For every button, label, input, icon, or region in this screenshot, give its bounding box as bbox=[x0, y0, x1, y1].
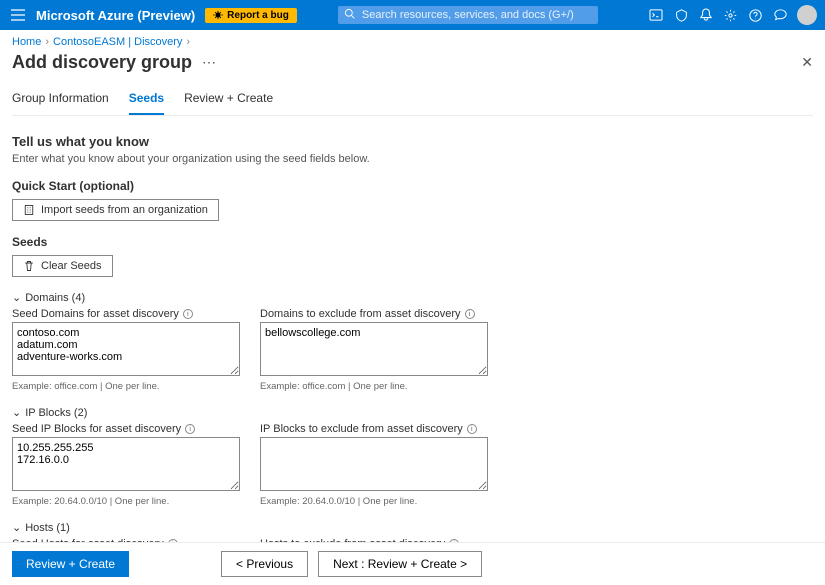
seed-domains-textarea[interactable] bbox=[12, 322, 240, 376]
section-hosts-title: Hosts (1) bbox=[25, 522, 70, 534]
info-icon[interactable]: i bbox=[467, 424, 477, 434]
exclude-domains-textarea[interactable] bbox=[260, 322, 488, 376]
quickstart-label: Quick Start (optional) bbox=[12, 179, 813, 193]
chevron-down-icon: ⌄ bbox=[12, 521, 21, 534]
section-ipblocks-toggle[interactable]: ⌄ IP Blocks (2) bbox=[12, 406, 813, 419]
settings-icon[interactable] bbox=[724, 9, 737, 22]
exclude-ipblocks-label: IP Blocks to exclude from asset discover… bbox=[260, 423, 463, 435]
trash-icon bbox=[23, 260, 35, 272]
info-icon[interactable]: i bbox=[185, 424, 195, 434]
close-icon[interactable]: ✕ bbox=[801, 54, 813, 71]
clear-seeds-label: Clear Seeds bbox=[41, 260, 102, 272]
info-icon[interactable]: i bbox=[465, 309, 475, 319]
breadcrumb-discovery[interactable]: ContosoEASM | Discovery bbox=[53, 36, 182, 48]
chevron-right-icon: › bbox=[45, 36, 49, 48]
more-actions-icon[interactable]: ⋯ bbox=[202, 54, 216, 71]
breadcrumb-home[interactable]: Home bbox=[12, 36, 41, 48]
search-icon bbox=[344, 8, 355, 22]
previous-button[interactable]: < Previous bbox=[221, 551, 308, 577]
import-seeds-label: Import seeds from an organization bbox=[41, 204, 208, 216]
feedback-icon[interactable] bbox=[774, 9, 787, 22]
seed-domains-example: Example: office.com | One per line. bbox=[12, 381, 240, 392]
seed-ipblocks-example: Example: 20.64.0.0/10 | One per line. bbox=[12, 496, 240, 507]
seed-ipblocks-textarea[interactable] bbox=[12, 437, 240, 491]
notifications-icon[interactable] bbox=[700, 8, 712, 22]
exclude-ipblocks-textarea[interactable] bbox=[260, 437, 488, 491]
organization-icon bbox=[23, 204, 35, 216]
tab-group-information[interactable]: Group Information bbox=[12, 85, 109, 115]
hamburger-menu-icon[interactable] bbox=[8, 9, 28, 21]
exclude-ipblocks-example: Example: 20.64.0.0/10 | One per line. bbox=[260, 496, 488, 507]
brand-title: Microsoft Azure (Preview) bbox=[36, 8, 195, 23]
section-ipblocks-title: IP Blocks (2) bbox=[25, 407, 87, 419]
help-icon[interactable] bbox=[749, 9, 762, 22]
next-button[interactable]: Next : Review + Create > bbox=[318, 551, 482, 577]
user-avatar[interactable] bbox=[797, 5, 817, 25]
section-hosts-toggle[interactable]: ⌄ Hosts (1) bbox=[12, 521, 813, 534]
chevron-down-icon: ⌄ bbox=[12, 406, 21, 419]
section-domains-title: Domains (4) bbox=[25, 292, 85, 304]
intro-heading: Tell us what you know bbox=[12, 134, 813, 149]
tab-bar: Group Information Seeds Review + Create bbox=[12, 79, 813, 116]
intro-subtext: Enter what you know about your organizat… bbox=[12, 153, 813, 165]
report-bug-button[interactable]: Report a bug bbox=[205, 8, 297, 23]
chevron-right-icon: › bbox=[186, 36, 190, 48]
seed-ipblocks-label: Seed IP Blocks for asset discovery bbox=[12, 423, 181, 435]
info-icon[interactable]: i bbox=[183, 309, 193, 319]
exclude-domains-example: Example: office.com | One per line. bbox=[260, 381, 488, 392]
clear-seeds-button[interactable]: Clear Seeds bbox=[12, 255, 113, 277]
directories-icon[interactable] bbox=[675, 9, 688, 22]
breadcrumb: Home › ContosoEASM | Discovery › bbox=[0, 30, 825, 50]
review-create-button[interactable]: Review + Create bbox=[12, 551, 129, 577]
seeds-label: Seeds bbox=[12, 235, 813, 249]
cloud-shell-icon[interactable] bbox=[649, 9, 663, 21]
seed-domains-label: Seed Domains for asset discovery bbox=[12, 308, 179, 320]
global-search-input[interactable] bbox=[338, 6, 598, 24]
page-title: Add discovery group bbox=[12, 52, 192, 73]
report-bug-label: Report a bug bbox=[227, 10, 289, 21]
chevron-down-icon: ⌄ bbox=[12, 291, 21, 304]
import-seeds-button[interactable]: Import seeds from an organization bbox=[12, 199, 219, 221]
tab-review-create[interactable]: Review + Create bbox=[184, 85, 273, 115]
tab-seeds[interactable]: Seeds bbox=[129, 85, 164, 115]
exclude-domains-label: Domains to exclude from asset discovery bbox=[260, 308, 461, 320]
section-domains-toggle[interactable]: ⌄ Domains (4) bbox=[12, 291, 813, 304]
